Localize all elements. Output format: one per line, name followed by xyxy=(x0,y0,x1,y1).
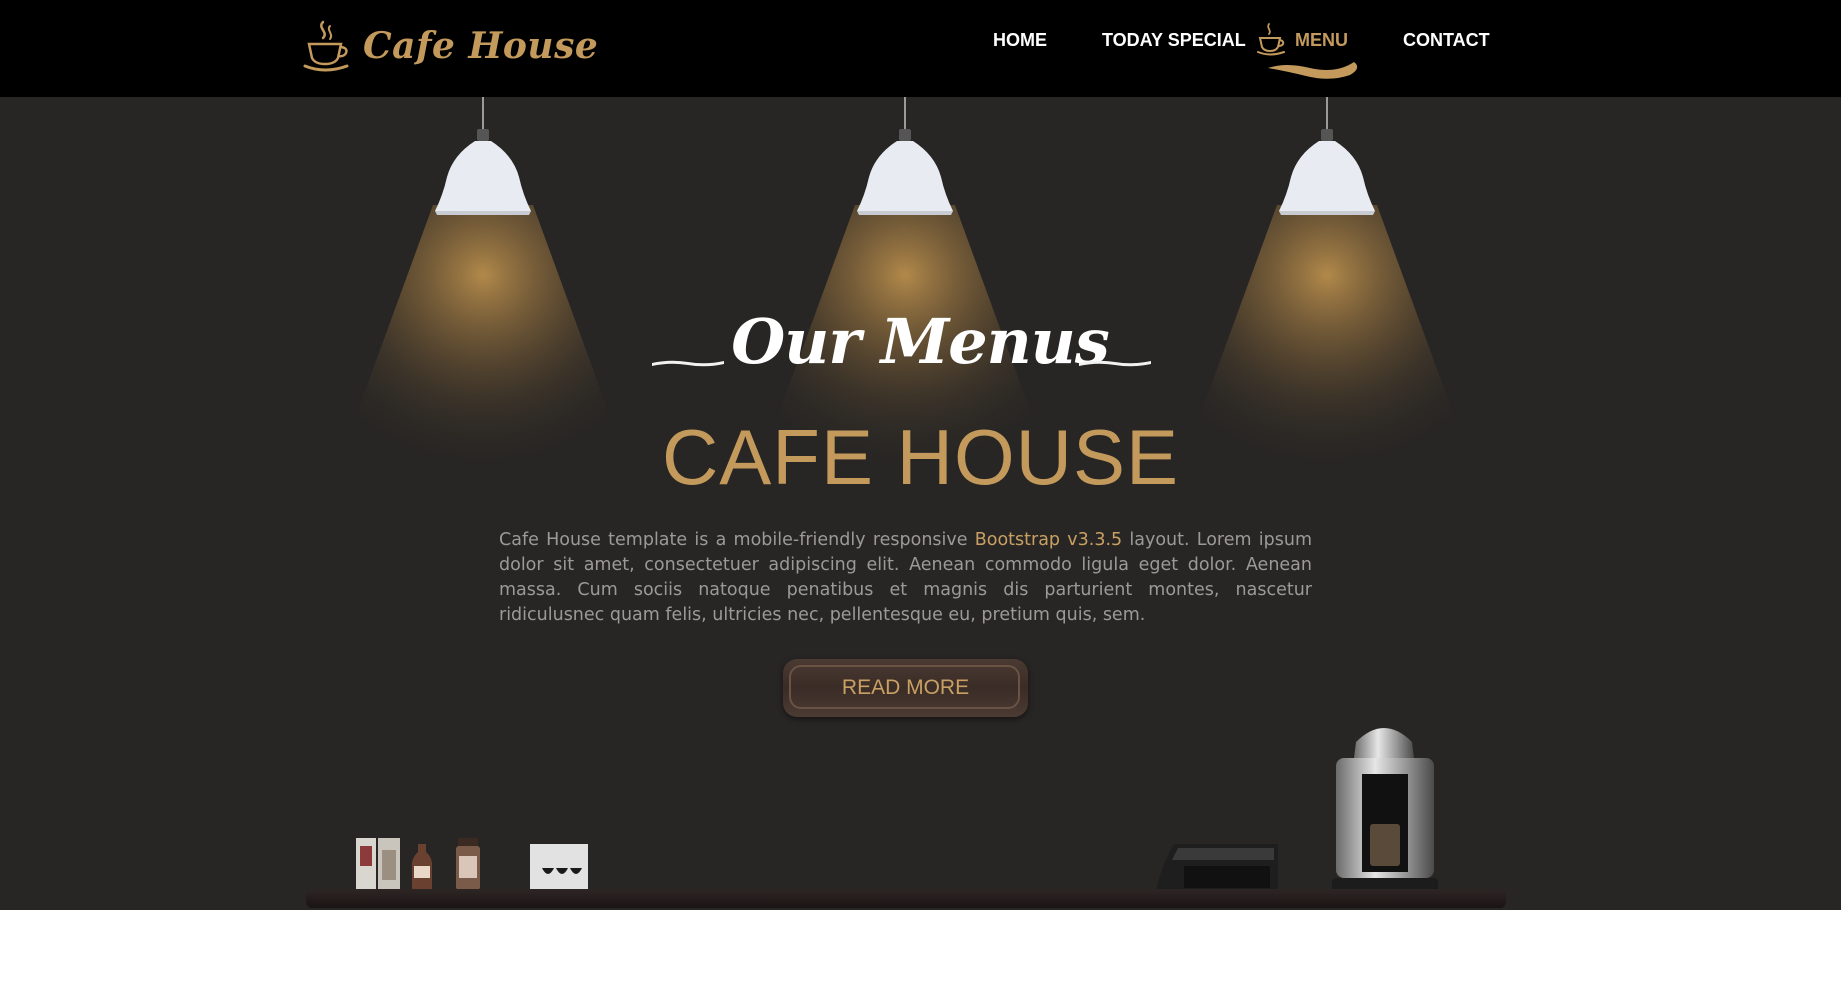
coffee-bottle-product-image xyxy=(411,844,433,890)
counter-shelf xyxy=(306,889,1506,908)
espresso-machine-image xyxy=(1332,728,1438,892)
hero-main-title: CAFE HOUSE xyxy=(661,413,1180,501)
page-bottom-area xyxy=(0,910,1841,1000)
pendant-lamp-icon xyxy=(857,97,953,215)
pendant-lamp-icon xyxy=(435,97,531,215)
coffee-box-product-image xyxy=(356,838,400,890)
read-more-label: READ MORE xyxy=(841,676,970,699)
nav-today-special[interactable]: TODAY SPECIAL xyxy=(1102,30,1246,51)
section-script-title: Our Menus xyxy=(731,305,1109,378)
decorative-dash-right xyxy=(1079,360,1151,367)
coffee-jar-product-image xyxy=(456,838,480,890)
decorative-dash-left xyxy=(652,360,724,367)
active-underline-swoosh xyxy=(1268,62,1358,79)
nav-home[interactable]: HOME xyxy=(993,30,1047,51)
nav-contact[interactable]: CONTACT xyxy=(1403,30,1490,51)
bootstrap-link[interactable]: Bootstrap v3.3.5 xyxy=(975,530,1122,550)
cash-register-image xyxy=(1156,844,1278,892)
coffee-bag-product-image xyxy=(530,844,588,890)
navbar: Cafe House HOME TODAY SPECIAL MENU CONTA… xyxy=(0,0,1841,97)
nav-menu[interactable]: MENU xyxy=(1295,30,1348,51)
description-text-start: Cafe House template is a mobile-friendly… xyxy=(499,529,975,550)
main-nav: HOME TODAY SPECIAL MENU CONTACT xyxy=(0,30,1841,60)
pendant-lamp-icon xyxy=(1279,97,1375,215)
active-coffee-cup-icon xyxy=(1257,23,1285,56)
read-more-button[interactable]: READ MORE xyxy=(783,659,1028,717)
hero-description: Cafe House template is a mobile-friendly… xyxy=(499,528,1312,629)
